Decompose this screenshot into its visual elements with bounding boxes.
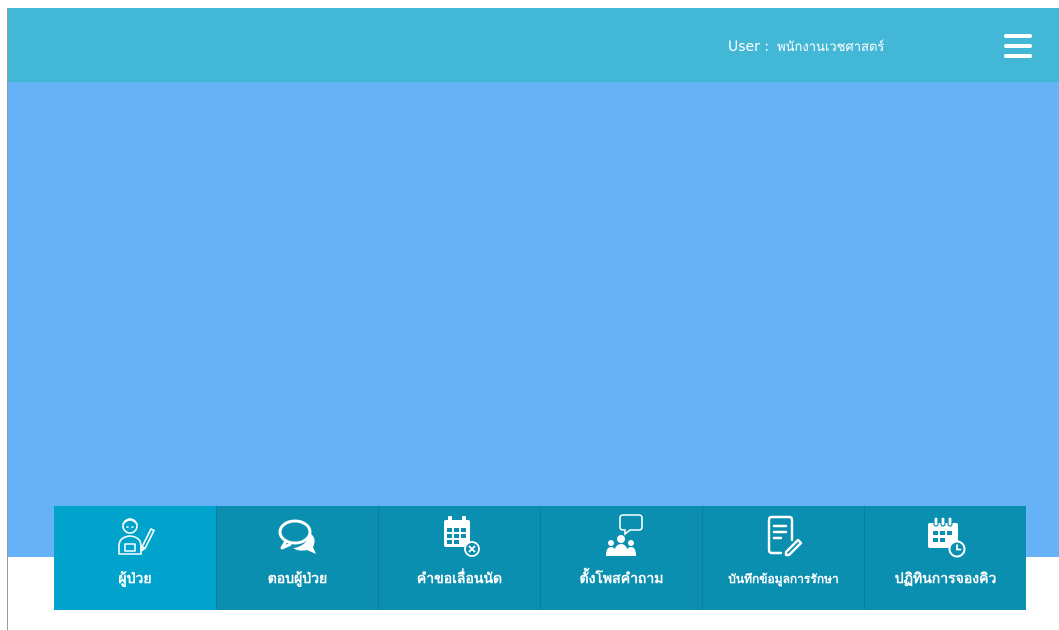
calendar-cancel-icon — [443, 516, 480, 557]
user-prefix: User : — [728, 39, 770, 55]
nav-label-reply-patients: ตอบผู้ป่วย — [267, 571, 328, 587]
nav-tile-reply-patients[interactable]: ตอบผู้ป่วย — [216, 506, 378, 610]
nav-label-booking-calendar: ปฏิทินการจองคิว — [894, 571, 997, 587]
nav-tile-reschedule-requests[interactable]: คำขอเลื่อนนัด — [378, 506, 540, 610]
hamburger-menu-icon[interactable] — [1004, 34, 1032, 58]
nav-tile-post-question[interactable]: ตั้งโพสคำถาม — [540, 506, 702, 610]
top-bar: User : พนักงานเวชศาสตร์ — [8, 8, 1059, 82]
nav-label-post-question: ตั้งโพสคำถาม — [579, 571, 664, 587]
chat-bubbles-icon — [278, 519, 316, 554]
nav-label-treatment-records: บันทึกข้อมูลการรักษา — [728, 572, 839, 586]
document-edit-icon — [767, 515, 802, 557]
nav-label-reschedule-requests: คำขอเลื่อนนัด — [416, 571, 503, 587]
main-content-area — [8, 82, 1059, 557]
nav-label-patients: ผู้ป่วย — [118, 571, 152, 587]
patient-icon — [118, 518, 155, 555]
user-label: User : พนักงานเวชศาสตร์ — [728, 36, 884, 57]
user-name: พนักงานเวชศาสตร์ — [777, 40, 885, 55]
app-frame: User : พนักงานเวชศาสตร์ ผู้ป่วย ตอบผู้ป่… — [0, 0, 1059, 630]
bottom-nav: ผู้ป่วย ตอบผู้ป่วย คำขอเลื่อนนัด ตั้งโพส… — [54, 506, 1026, 610]
group-question-icon — [605, 514, 643, 556]
nav-tile-booking-calendar[interactable]: ปฏิทินการจองคิว — [864, 506, 1026, 610]
nav-tile-treatment-records[interactable]: บันทึกข้อมูลการรักษา — [702, 506, 864, 610]
nav-tile-patients[interactable]: ผู้ป่วย — [54, 506, 216, 610]
calendar-clock-icon — [927, 516, 965, 558]
